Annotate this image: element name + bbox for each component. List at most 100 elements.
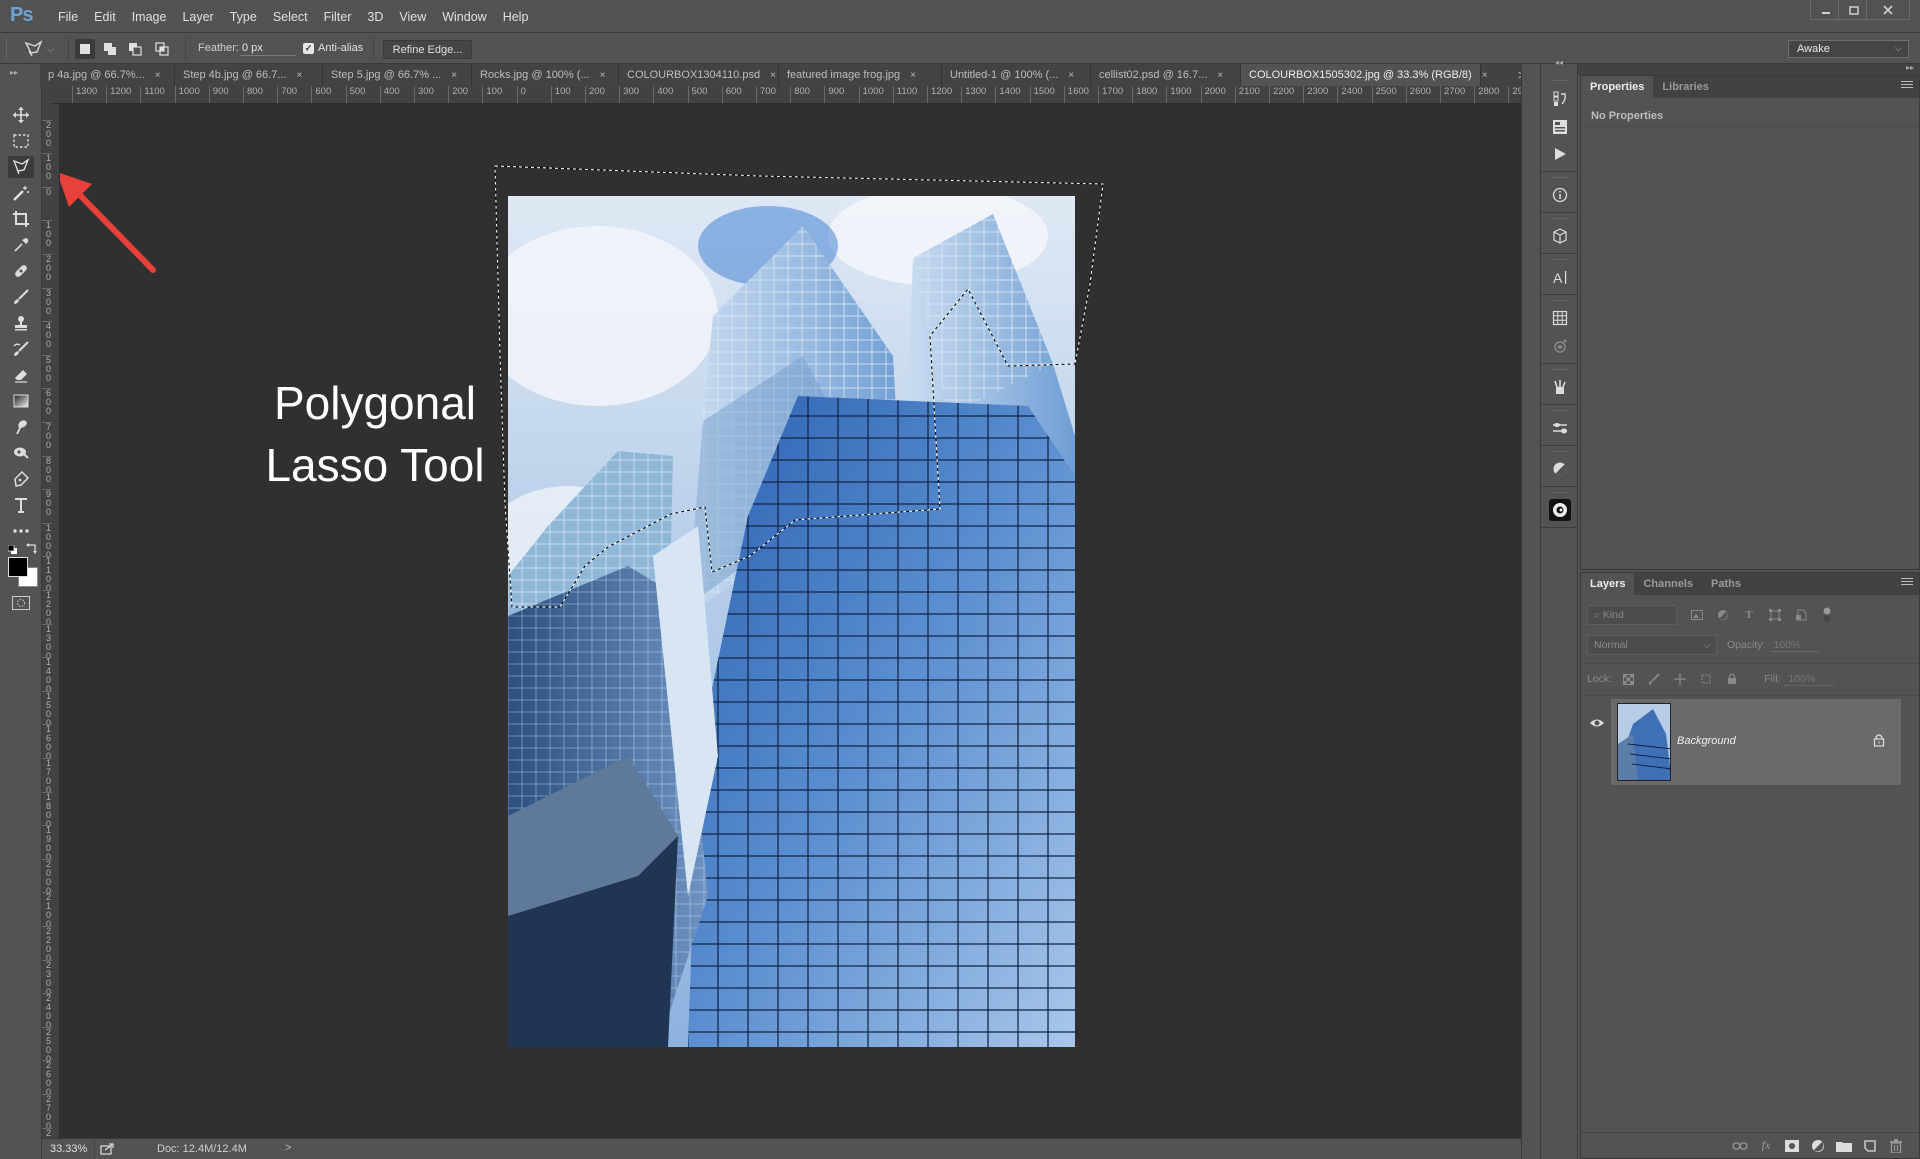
polygonal-lasso-tool[interactable]: [8, 156, 34, 178]
fill-input[interactable]: 100%: [1784, 673, 1835, 686]
new-selection-button[interactable]: [75, 39, 95, 59]
minimize-button[interactable]: [1810, 0, 1840, 20]
grip[interactable]: [1553, 369, 1567, 371]
blend-mode-select[interactable]: Normal ⌵: [1587, 635, 1717, 655]
vertical-ruler[interactable]: 0020010001002003004005006007008009001000…: [42, 104, 60, 1138]
tab-doc-active[interactable]: COLOURBOX1505302.jpg @ 33.3% (RGB/8) ×: [1241, 64, 1488, 86]
menu-select[interactable]: Select: [265, 9, 316, 25]
layer-lock-icon[interactable]: [1873, 733, 1885, 747]
tab-doc[interactable]: Rocks.jpg @ 100% (... ×: [472, 64, 619, 86]
maximize-button[interactable]: [1838, 0, 1868, 20]
menu-help[interactable]: Help: [495, 9, 537, 25]
menu-3d[interactable]: 3D: [359, 9, 391, 25]
filter-pixel-button[interactable]: [1687, 606, 1707, 624]
pen-tool[interactable]: [8, 468, 34, 490]
type-tool[interactable]: [8, 494, 34, 516]
tab-doc[interactable]: Step 4b.jpg @ 66.7... ×: [175, 64, 323, 86]
add-mask-button[interactable]: [1783, 1138, 1801, 1154]
history-brush-tool[interactable]: [8, 338, 34, 360]
grip[interactable]: [1553, 177, 1567, 179]
layer-visibility-toggle[interactable]: [1589, 716, 1605, 730]
tab-layers[interactable]: Layers: [1581, 573, 1635, 595]
link-layers-button[interactable]: [1731, 1138, 1749, 1154]
close-tab-icon[interactable]: ×: [770, 70, 776, 81]
close-tab-icon[interactable]: ×: [1217, 70, 1223, 81]
antialias-checkbox[interactable]: ✓: [303, 43, 314, 54]
document-canvas[interactable]: Polygonal Lasso Tool: [60, 104, 1521, 1138]
zoom-level[interactable]: 33.33%: [50, 1143, 87, 1155]
tab-properties[interactable]: Properties: [1581, 76, 1654, 98]
menu-window[interactable]: Window: [434, 9, 494, 25]
add-to-selection-button[interactable]: [100, 39, 120, 59]
grip[interactable]: [1553, 218, 1567, 220]
smudge-tool[interactable]: [8, 416, 34, 438]
lock-position-button[interactable]: [1670, 670, 1690, 688]
menu-view[interactable]: View: [391, 9, 434, 25]
more-tools-button[interactable]: [8, 520, 34, 542]
info-button[interactable]: [1549, 184, 1571, 206]
grip[interactable]: [1553, 80, 1567, 82]
history-button[interactable]: [1549, 88, 1571, 110]
grip[interactable]: [1553, 451, 1567, 453]
intersect-selection-button[interactable]: [152, 39, 172, 59]
adjustments-button[interactable]: [1549, 417, 1571, 439]
libraries-button[interactable]: [1549, 335, 1571, 357]
healing-brush-tool[interactable]: [8, 260, 34, 282]
collapse-toolbar-icon[interactable]: ▸▸: [10, 68, 18, 77]
fx-button[interactable]: fx: [1757, 1138, 1775, 1154]
tab-libraries[interactable]: Libraries: [1653, 76, 1717, 98]
layer-name[interactable]: Background: [1677, 735, 1736, 747]
character-button[interactable]: A: [1549, 266, 1571, 288]
tab-doc[interactable]: Untitled-1 @ 100% (... ×: [942, 64, 1091, 86]
move-tool[interactable]: [8, 104, 34, 126]
tab-doc[interactable]: Step 5.jpg @ 66.7% ... ×: [323, 64, 472, 86]
new-layer-button[interactable]: [1861, 1138, 1879, 1154]
menu-edit[interactable]: Edit: [86, 9, 124, 25]
grip[interactable]: [1553, 259, 1567, 261]
swap-colors-button[interactable]: [26, 542, 38, 554]
clone-stamp-tool[interactable]: [8, 312, 34, 334]
options-grip[interactable]: [6, 39, 9, 59]
tab-doc[interactable]: COLOURBOX1304110.psd ×: [619, 64, 779, 86]
layer-thumbnail[interactable]: [1617, 703, 1671, 781]
actions-button[interactable]: [1549, 116, 1571, 138]
grip[interactable]: [1553, 492, 1567, 494]
tab-channels[interactable]: Channels: [1634, 573, 1702, 595]
eyedropper-tool[interactable]: [8, 234, 34, 256]
adjustment-layer-button[interactable]: [1809, 1138, 1827, 1154]
close-tab-icon[interactable]: ×: [600, 70, 606, 81]
quick-mask-button[interactable]: [12, 596, 30, 610]
opacity-input[interactable]: 100%: [1769, 639, 1820, 652]
delete-layer-button[interactable]: [1887, 1138, 1905, 1154]
grip[interactable]: [1553, 300, 1567, 302]
lock-pixels-button[interactable]: [1644, 670, 1664, 688]
brushes-button[interactable]: [1549, 376, 1571, 398]
filter-shape-button[interactable]: [1765, 606, 1785, 624]
close-tab-icon[interactable]: ×: [155, 70, 161, 81]
filter-smart-object-button[interactable]: [1791, 606, 1811, 624]
close-tab-icon[interactable]: ×: [910, 70, 916, 81]
filter-adjustment-button[interactable]: [1713, 606, 1733, 624]
plugin-button[interactable]: [1549, 499, 1571, 521]
adjustment-button[interactable]: [1549, 458, 1571, 480]
export-button[interactable]: [100, 1143, 114, 1155]
tab-paths[interactable]: Paths: [1702, 573, 1750, 595]
default-colors-button[interactable]: [7, 544, 18, 554]
subtract-from-selection-button[interactable]: [125, 39, 145, 59]
tab-doc[interactable]: p 4a.jpg @ 66.7%... ×: [40, 64, 175, 86]
grip[interactable]: [1553, 410, 1567, 412]
feather-input[interactable]: [240, 40, 296, 56]
workspace-select[interactable]: Awake ⌵: [1788, 40, 1909, 58]
collapse-panels-icon[interactable]: ▸▸: [1906, 63, 1914, 72]
menu-type[interactable]: Type: [222, 9, 265, 25]
close-tab-icon[interactable]: ×: [297, 70, 303, 81]
status-menu-arrow[interactable]: >: [285, 1142, 291, 1154]
lock-transparent-button[interactable]: [1618, 670, 1638, 688]
panel-menu-icon[interactable]: [1901, 578, 1913, 588]
new-group-button[interactable]: [1835, 1138, 1853, 1154]
magic-wand-tool[interactable]: [8, 182, 34, 204]
tab-doc[interactable]: cellist02.psd @ 16.7... ×: [1091, 64, 1241, 86]
menu-file[interactable]: File: [50, 9, 86, 25]
panel-menu-icon[interactable]: [1901, 81, 1913, 91]
horizontal-ruler[interactable]: 1300 1200 1100 1000 900 800 700 600 500 400 300 200…: [50, 86, 1521, 104]
